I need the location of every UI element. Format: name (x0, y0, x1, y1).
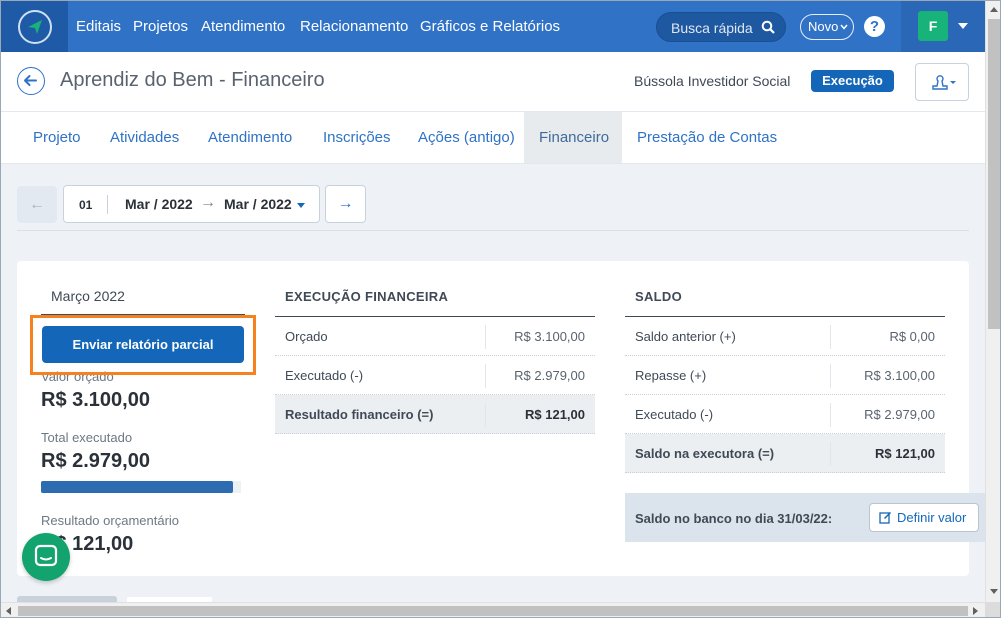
row-value: R$ 3.100,00 (514, 329, 585, 344)
quick-search-input[interactable]: Busca rápida (656, 12, 786, 42)
stamp-dropdown-button[interactable] (915, 63, 969, 101)
column-divider (485, 364, 486, 388)
search-icon (761, 20, 775, 34)
executed-progress-fill (41, 481, 233, 493)
horizontal-scroll-thumb[interactable] (18, 606, 968, 616)
table-row: Executado (-) R$ 2.979,00 (625, 395, 945, 434)
period-selector[interactable]: 01 Mar / 2022 → Mar / 2022 (63, 185, 320, 223)
page-header: Aprendiz do Bem - Financeiro Bússola Inv… (1, 52, 985, 112)
table-row: Repasse (+) R$ 3.100,00 (625, 356, 945, 395)
executed-label: Total executado (41, 430, 133, 445)
row-label: Executado (-) (285, 368, 364, 383)
execucao-title: EXECUÇÃO FINANCEIRA (285, 289, 449, 304)
tab-bar: Projeto Atividades Atendimento Inscriçõe… (1, 112, 985, 164)
define-value-label: Definir valor (897, 510, 967, 525)
arrow-right-icon: → (200, 194, 216, 211)
table-row: Saldo anterior (+) R$ 0,00 (625, 317, 945, 356)
chevron-down-icon (840, 24, 848, 30)
top-navbar: Editais Projetos Atendimento Relacioname… (1, 1, 985, 52)
column-divider (830, 325, 831, 349)
table-row-total: Resultado financeiro (=) R$ 121,00 (275, 395, 595, 434)
period-divider (107, 195, 108, 214)
tab-atividades[interactable]: Atividades (95, 112, 194, 163)
chat-icon (34, 544, 58, 567)
table-row: Orçado R$ 3.100,00 (275, 317, 595, 356)
table-row: Executado (-) R$ 2.979,00 (275, 356, 595, 395)
new-label: Novo (808, 19, 839, 34)
vertical-scrollbar[interactable] (985, 1, 1000, 602)
caret-down-icon (297, 203, 305, 208)
row-label: Resultado financeiro (=) (285, 407, 434, 422)
column-divider (830, 364, 831, 388)
bank-balance-label: Saldo no banco no dia 31/03/22: (635, 511, 833, 526)
scrollbar-corner (985, 602, 1000, 617)
help-icon[interactable]: ? (864, 16, 885, 37)
period-end: Mar / 2022 (224, 196, 292, 212)
column-divider (830, 442, 831, 466)
tab-projeto[interactable]: Projeto (18, 112, 96, 163)
period-number: 01 (79, 198, 93, 212)
next-period-button[interactable]: → (325, 185, 366, 223)
tab-acoes-antigo[interactable]: Ações (antigo) (403, 112, 530, 163)
row-label: Executado (-) (635, 407, 714, 422)
avatar[interactable]: F (918, 11, 948, 41)
nav-link-projetos[interactable]: Projetos (133, 18, 188, 35)
arrow-left-icon: ← (29, 196, 45, 213)
caret-down-icon[interactable] (958, 23, 968, 29)
nav-link-relacionamento[interactable]: Relacionamento (300, 18, 408, 35)
scroll-down-icon[interactable] (990, 589, 998, 594)
divider (17, 230, 969, 231)
nav-link-editais[interactable]: Editais (76, 18, 121, 35)
result-label: Resultado orçamentário (41, 513, 180, 528)
row-value: R$ 3.100,00 (864, 368, 935, 383)
arrow-left-icon (24, 75, 37, 86)
row-label: Saldo na executora (=) (635, 446, 775, 461)
highlight-box (30, 315, 256, 375)
row-value: R$ 121,00 (525, 407, 585, 422)
row-label: Saldo anterior (+) (635, 329, 736, 344)
tab-atendimento[interactable]: Atendimento (193, 112, 307, 163)
arrow-right-icon: → (337, 195, 354, 212)
executed-progress-bar (41, 481, 241, 493)
executed-value: R$ 2.979,00 (41, 450, 150, 472)
page-title: Aprendiz do Bem - Financeiro (60, 69, 325, 91)
column-divider (830, 403, 831, 427)
budget-value: R$ 3.100,00 (41, 389, 150, 411)
define-value-button[interactable]: Definir valor (869, 503, 979, 532)
nav-link-atendimento[interactable]: Atendimento (201, 18, 285, 35)
search-placeholder: Busca rápida (671, 20, 753, 36)
scroll-right-icon[interactable] (973, 607, 978, 615)
tab-financeiro[interactable]: Financeiro (524, 112, 622, 163)
row-label: Orçado (285, 329, 328, 344)
column-divider (485, 325, 486, 349)
tab-prestacao-de-contas[interactable]: Prestação de Contas (622, 112, 792, 163)
period-start: Mar / 2022 (125, 196, 193, 212)
tab-inscricoes[interactable]: Inscrições (308, 112, 406, 163)
row-value: R$ 2.979,00 (514, 368, 585, 383)
organization-name: Bússola Investidor Social (634, 73, 791, 89)
chat-launcher-button[interactable] (22, 533, 70, 581)
status-badge: Execução (811, 70, 894, 92)
table-row-total: Saldo na executora (=) R$ 121,00 (625, 434, 945, 473)
column-divider (485, 403, 486, 427)
row-value: R$ 121,00 (875, 446, 935, 461)
stamp-icon (932, 75, 956, 90)
row-value: R$ 2.979,00 (864, 407, 935, 422)
vertical-scroll-thumb[interactable] (988, 19, 1000, 329)
app-window: Editais Projetos Atendimento Relacioname… (0, 0, 1001, 618)
logo-icon (17, 9, 52, 44)
row-label: Repasse (+) (635, 368, 707, 383)
nav-link-graficos-relatorios[interactable]: Gráficos e Relatórios (420, 18, 560, 35)
row-value: R$ 0,00 (889, 329, 935, 344)
month-label: Março 2022 (51, 288, 125, 304)
new-dropdown-button[interactable]: Novo (800, 14, 854, 40)
horizontal-scrollbar[interactable] (1, 602, 985, 617)
saldo-title: SALDO (635, 289, 682, 304)
previous-period-button[interactable]: ← (17, 186, 57, 223)
back-button[interactable] (17, 67, 45, 95)
app-logo[interactable] (1, 1, 68, 52)
edit-icon (879, 512, 891, 524)
scroll-up-icon[interactable] (990, 7, 998, 12)
scroll-left-icon[interactable] (6, 607, 11, 615)
